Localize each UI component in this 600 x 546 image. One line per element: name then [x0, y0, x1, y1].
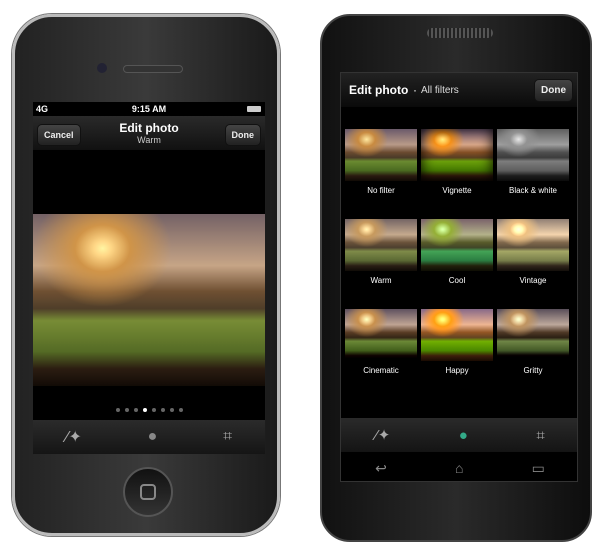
- battery-icon: [247, 106, 261, 112]
- filter-label: Cool: [448, 276, 466, 285]
- home-button[interactable]: [123, 467, 173, 517]
- filter-label: No filter: [367, 186, 395, 195]
- page-title: Edit photo: [349, 83, 409, 97]
- iphone-frame: 4G 9:15 AM Cancel Edit photo Warm Done ⁄…: [12, 14, 280, 536]
- done-button[interactable]: Done: [534, 79, 573, 102]
- page-dot[interactable]: [160, 408, 165, 412]
- page-dot[interactable]: [124, 408, 129, 412]
- filter-no-filter[interactable]: No filter: [345, 129, 417, 219]
- android-screen: Edit photo · All filters Done No filter …: [340, 72, 578, 482]
- recent-apps-icon[interactable]: ▭: [532, 460, 545, 477]
- filter-label: Gritty: [523, 366, 543, 375]
- filter-black-white[interactable]: Black & white: [497, 129, 569, 219]
- filter-gritty[interactable]: Gritty: [497, 309, 569, 399]
- page-dot[interactable]: [151, 408, 156, 412]
- filter-vignette[interactable]: Vignette: [421, 129, 493, 219]
- filter-thumbnail: [421, 219, 493, 271]
- filter-thumbnail: [421, 129, 493, 181]
- page-dot[interactable]: [133, 408, 138, 412]
- status-bar: 4G 9:15 AM: [33, 102, 265, 116]
- back-icon[interactable]: ↩: [375, 460, 387, 477]
- toolbar: ⁄✦ ● ⌗: [33, 420, 265, 454]
- page-indicator[interactable]: [33, 408, 265, 412]
- filter-happy[interactable]: Happy: [421, 309, 493, 399]
- photo-preview[interactable]: [33, 214, 265, 386]
- filter-cool[interactable]: Cool: [421, 219, 493, 309]
- crop-icon[interactable]: ⌗: [223, 428, 232, 446]
- filter-thumbnail: [497, 129, 569, 181]
- filters-icon[interactable]: ●: [148, 428, 158, 446]
- page-dot[interactable]: [169, 408, 174, 412]
- separator: ·: [413, 83, 417, 97]
- filter-vintage[interactable]: Vintage: [497, 219, 569, 309]
- crop-icon[interactable]: ⌗: [536, 427, 544, 444]
- filters-icon[interactable]: ●: [459, 427, 468, 444]
- magic-wand-icon[interactable]: ⁄✦: [66, 427, 82, 447]
- speaker-grill: [123, 65, 183, 73]
- filter-thumbnail: [497, 309, 569, 361]
- page-dot[interactable]: [178, 408, 183, 412]
- done-button[interactable]: Done: [224, 124, 261, 146]
- filter-label: Happy: [445, 366, 469, 375]
- filter-thumbnail: [345, 219, 417, 271]
- home-icon[interactable]: ⌂: [455, 460, 463, 476]
- iphone-screen: 4G 9:15 AM Cancel Edit photo Warm Done ⁄…: [33, 102, 265, 454]
- toolbar: ⁄✦ ● ⌗: [341, 418, 577, 452]
- subtitle: All filters: [421, 85, 459, 96]
- system-nav-bar: ↩ ⌂ ▭: [341, 453, 577, 481]
- clock: 9:15 AM: [131, 104, 167, 114]
- filter-label: Vignette: [442, 186, 472, 195]
- magic-wand-icon[interactable]: ⁄✦: [375, 426, 390, 444]
- page-dot-active[interactable]: [142, 408, 147, 412]
- filter-label: Vintage: [519, 276, 547, 285]
- filter-thumbnail: [421, 309, 493, 361]
- filter-grid: No filter Vignette Black & white Warm Co…: [345, 129, 573, 399]
- filter-label: Warm: [370, 276, 392, 285]
- filter-cinematic[interactable]: Cinematic: [345, 309, 417, 399]
- camera-icon: [97, 63, 107, 73]
- filter-label: Black & white: [508, 186, 558, 195]
- filter-thumbnail: [497, 219, 569, 271]
- android-frame: Edit photo · All filters Done No filter …: [320, 14, 592, 542]
- speaker-grill: [427, 28, 493, 38]
- filter-thumbnail: [345, 129, 417, 181]
- filter-label: Cinematic: [363, 366, 399, 375]
- nav-bar: Cancel Edit photo Warm Done: [33, 116, 265, 150]
- page-dot[interactable]: [115, 408, 120, 412]
- action-bar: Edit photo · All filters Done: [341, 73, 577, 107]
- filter-warm[interactable]: Warm: [345, 219, 417, 309]
- filter-thumbnail: [345, 309, 417, 361]
